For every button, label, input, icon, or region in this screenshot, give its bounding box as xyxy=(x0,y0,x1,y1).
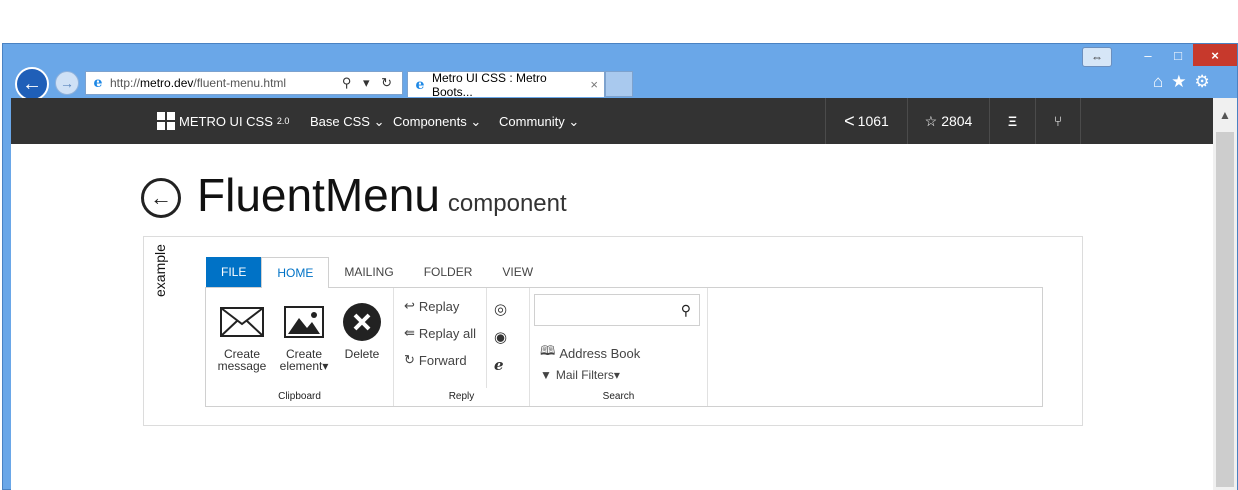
nav-community[interactable]: Community ⌄ xyxy=(499,114,579,130)
nav-base-css[interactable]: Base CSS ⌄ xyxy=(310,114,384,130)
create-element-button[interactable]: Create element▾ xyxy=(276,302,332,372)
url-host: metro.dev xyxy=(140,76,194,90)
share-count-button[interactable]: < 1061 xyxy=(825,98,907,144)
forward-cycle-icon: ↻ xyxy=(404,352,415,367)
reply-group: ↩ Replay ⇚ Replay all ↻ Forward ◎ ◉ e Re… xyxy=(394,288,530,406)
example-label: example xyxy=(152,244,168,297)
address-book-label: Address Book xyxy=(559,345,641,361)
delete-button[interactable]: Delete xyxy=(338,302,386,360)
reply-all-icon: ⇚ xyxy=(404,325,415,340)
brand-name: METRO UI CSS xyxy=(179,113,273,129)
reply-divider xyxy=(486,288,487,388)
page-title: FluentMenu xyxy=(197,169,440,221)
browser-window: ⇔ – □ × ← → e http:// metro.dev /fluent-… xyxy=(2,43,1238,490)
brand-version: 2.0 xyxy=(276,116,290,126)
nav-components[interactable]: Components ⌄ xyxy=(393,114,481,130)
scroll-up-icon[interactable]: ▲ xyxy=(1217,108,1233,122)
favorites-star-icon[interactable]: ★ xyxy=(1171,72,1186,92)
vertical-scrollbar[interactable]: ▲ xyxy=(1213,98,1237,490)
address-tools[interactable]: ⚲ ▾ ↻ xyxy=(342,75,396,91)
fluent-menu-tabs: FILE HOME MAILING FOLDER VIEW xyxy=(206,257,548,288)
address-book-button[interactable]: 🕮 Address Book xyxy=(540,342,640,364)
ie-icon: e xyxy=(93,75,103,91)
star-count-button[interactable]: ☆ 2804 xyxy=(907,98,989,144)
back-button[interactable]: ← xyxy=(15,67,49,101)
back-circle-icon[interactable]: ← xyxy=(141,178,181,218)
search-caption: Search xyxy=(602,391,635,402)
share-icon: < xyxy=(844,110,855,131)
page-viewport: METRO UI CSS 2.0 Base CSS ⌄ Components ⌄… xyxy=(11,98,1213,490)
forward-mail-button[interactable]: ↻ Forward xyxy=(404,352,467,368)
replay-all-button[interactable]: ⇚ Replay all xyxy=(404,325,476,341)
windows-logo-icon xyxy=(157,112,175,130)
scroll-thumb[interactable] xyxy=(1216,132,1234,487)
image-icon xyxy=(276,302,332,342)
firefox-icon[interactable]: ◉ xyxy=(494,328,507,346)
tab-file[interactable]: FILE xyxy=(206,257,262,287)
browser-tab[interactable]: e Metro UI CSS : Metro Boots... × xyxy=(407,70,605,99)
create-element-label: Create element▾ xyxy=(279,347,329,373)
ie-tab-icon: e xyxy=(415,76,425,93)
mail-filters-button[interactable]: ▼ Mail Filters▾ xyxy=(540,368,620,382)
reply-caption: Reply xyxy=(448,391,475,402)
filter-icon: ▼ xyxy=(540,368,552,382)
page-heading: ← FluentMenu component xyxy=(141,168,567,224)
tab-mailing[interactable]: MAILING xyxy=(329,257,408,287)
chrome-icon[interactable]: ◎ xyxy=(494,300,507,318)
clipboard-group: Create message Create element▾ Delete Cl… xyxy=(206,288,394,406)
clipboard-caption: Clipboard xyxy=(278,391,321,402)
tab-view[interactable]: VIEW xyxy=(487,257,548,287)
book-icon: 🕮 xyxy=(540,343,556,358)
replay-button[interactable]: ↩ Replay xyxy=(404,298,459,314)
address-bar[interactable]: e http:// metro.dev /fluent-menu.html ⚲ … xyxy=(85,71,403,95)
create-message-button[interactable]: Create message xyxy=(214,302,270,372)
url-path: /fluent-menu.html xyxy=(193,76,287,90)
maximize-button[interactable]: □ xyxy=(1163,44,1193,66)
fluent-menu-panel: Create message Create element▾ Delete Cl… xyxy=(205,287,1043,407)
brand-link[interactable]: METRO UI CSS 2.0 xyxy=(157,112,289,130)
delete-label: Delete xyxy=(344,347,380,361)
url-prefix: http:// xyxy=(110,76,141,90)
reply-arrow-icon: ↩ xyxy=(404,298,415,313)
settings-gear-icon[interactable]: ⚙ xyxy=(1195,72,1210,92)
envelope-icon xyxy=(214,302,270,342)
example-container: example FILE HOME MAILING FOLDER VIEW Cr… xyxy=(143,236,1083,426)
tab-title: Metro UI CSS : Metro Boots... xyxy=(431,70,547,99)
tab-close-icon[interactable]: × xyxy=(590,77,598,92)
back-arrow-icon: ← xyxy=(22,72,42,95)
forward-arrow-icon: → xyxy=(60,75,74,91)
css3-button[interactable]: Ξ xyxy=(989,98,1035,144)
search-input[interactable]: ⚲ xyxy=(534,294,700,326)
ie-browser-icon[interactable]: e xyxy=(494,356,504,374)
star-icon: ☆ xyxy=(924,112,938,129)
forward-label: Forward xyxy=(418,352,467,368)
minimize-button[interactable]: – xyxy=(1133,44,1163,66)
tab-folder[interactable]: FOLDER xyxy=(409,257,488,287)
star-count: 2804 xyxy=(941,113,973,129)
create-message-label: Create message xyxy=(217,347,267,373)
mail-filters-label: Mail Filters▾ xyxy=(555,368,620,382)
css3-icon: Ξ xyxy=(1007,113,1017,129)
compat-view-button[interactable]: ⇔ xyxy=(1082,47,1112,67)
tab-home[interactable]: HOME xyxy=(261,257,330,288)
fork-icon: ⑂ xyxy=(1053,113,1063,129)
delete-x-icon xyxy=(338,302,386,342)
forward-button[interactable]: → xyxy=(55,71,79,95)
close-window-button[interactable]: × xyxy=(1193,44,1237,66)
home-icon[interactable]: ⌂ xyxy=(1153,72,1163,92)
replay-all-label: Replay all xyxy=(418,325,476,341)
page-subtitle: component xyxy=(447,190,567,217)
search-icon[interactable]: ⚲ xyxy=(681,302,691,319)
browser-toolbar-icons: ⌂ ★ ⚙ xyxy=(1153,72,1210,92)
replay-label: Replay xyxy=(418,298,460,314)
new-tab-button[interactable] xyxy=(605,71,633,97)
fork-button[interactable]: ⑂ xyxy=(1035,98,1081,144)
browser-titlebar: ⇔ – □ × ← → e http:// metro.dev /fluent-… xyxy=(3,44,1237,101)
site-navbar: METRO UI CSS 2.0 Base CSS ⌄ Components ⌄… xyxy=(11,98,1213,144)
share-count: 1061 xyxy=(857,113,889,129)
search-group: ⚲ 🕮 Address Book ▼ Mail Filters▾ Search xyxy=(530,288,708,406)
